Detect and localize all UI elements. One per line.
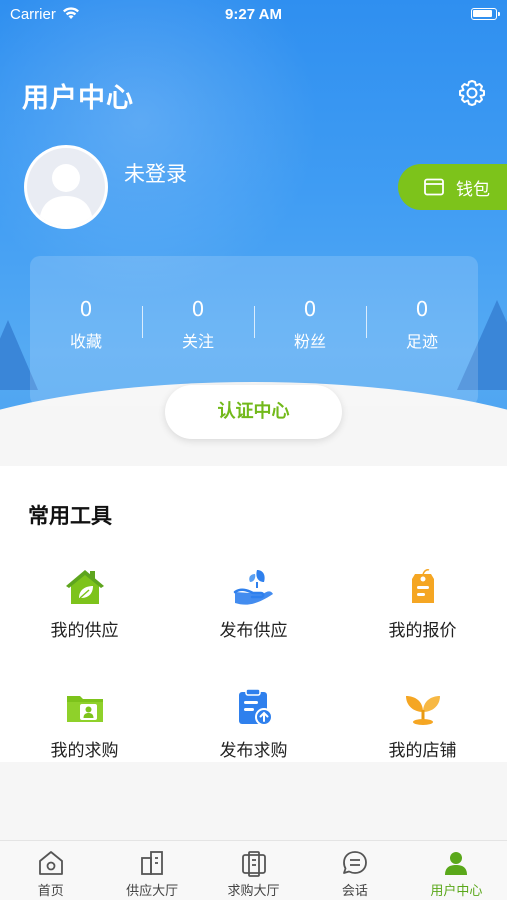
gear-icon[interactable] <box>457 78 487 108</box>
stats-row: 0 收藏 0 关注 0 粉丝 0 足迹 <box>30 296 478 352</box>
tool-publish-purchase[interactable]: 发布求购 <box>169 686 338 761</box>
status-bar: Carrier 9:27 AM <box>0 0 507 28</box>
tool-publish-supply[interactable]: 发布供应 <box>169 566 338 641</box>
tool-my-purchase[interactable]: 我的求购 <box>0 686 169 761</box>
wallet-icon <box>424 178 444 196</box>
stat-label: 足迹 <box>405 332 438 351</box>
stat-fans[interactable]: 0 粉丝 <box>254 296 366 352</box>
username-label[interactable]: 未登录 <box>124 158 187 188</box>
supply-hall-icon <box>141 851 164 875</box>
stat-value: 0 <box>415 297 429 321</box>
avatar[interactable] <box>24 145 108 229</box>
tool-label: 我的求购 <box>50 741 119 761</box>
section-title: 常用工具 <box>28 504 112 528</box>
tab-label: 求购大厅 <box>227 884 280 899</box>
stat-footprints[interactable]: 0 足迹 <box>366 296 478 352</box>
purchase-hall-icon <box>241 851 266 877</box>
tool-my-supply[interactable]: 我的供应 <box>0 566 169 641</box>
price-tag-icon <box>411 569 434 603</box>
tab-home[interactable]: 首页 <box>0 841 101 900</box>
stat-value: 0 <box>191 297 205 321</box>
wallet-label: 钱包 <box>456 179 490 200</box>
certification-center-button[interactable]: 认证中心 <box>165 385 342 439</box>
tool-label: 我的供应 <box>50 621 119 641</box>
tool-my-store[interactable]: 我的店铺 <box>338 686 507 761</box>
stat-value: 0 <box>79 297 93 321</box>
tab-label: 供应大厅 <box>126 884 179 899</box>
tab-label: 用户中心 <box>430 884 483 899</box>
tool-label: 我的报价 <box>388 621 457 641</box>
tab-label: 首页 <box>37 884 64 899</box>
stat-following[interactable]: 0 关注 <box>142 296 254 352</box>
tab-chat[interactable]: 会话 <box>304 841 405 900</box>
stats-card: 0 收藏 0 关注 0 粉丝 0 足迹 <box>30 256 478 406</box>
folder-user-icon <box>66 696 103 722</box>
clock: 9:27 AM <box>225 6 282 23</box>
default-avatar-icon <box>27 148 105 226</box>
tab-bar: 首页 供应大厅 求购大厅 会话 用户中心 <box>0 840 507 900</box>
tool-label: 发布求购 <box>219 741 288 761</box>
hand-seedling-icon <box>233 570 273 605</box>
tool-my-quote[interactable]: 我的报价 <box>338 566 507 641</box>
stat-label: 粉丝 <box>293 332 326 351</box>
tool-label: 我的店铺 <box>388 741 457 761</box>
chat-icon <box>343 851 367 874</box>
tab-label: 会话 <box>341 884 368 899</box>
user-icon <box>445 852 468 875</box>
tab-purchase-hall[interactable]: 求购大厅 <box>203 841 304 900</box>
tab-user-center[interactable]: 用户中心 <box>406 841 507 900</box>
sprout-icon <box>405 696 440 725</box>
clipboard-upload-icon <box>238 688 273 726</box>
home-icon <box>38 851 63 875</box>
stat-label: 关注 <box>181 332 214 351</box>
stat-label: 收藏 <box>69 332 102 351</box>
tool-label: 发布供应 <box>219 621 288 641</box>
stat-value: 0 <box>303 297 317 321</box>
page-title: 用户中心 <box>22 83 134 114</box>
common-tools-section: 常用工具 我的供应 发布供应 我的报价 我的求购 发布求购 我的店铺 <box>0 466 507 762</box>
stat-favorites[interactable]: 0 收藏 <box>30 296 142 352</box>
tab-supply-hall[interactable]: 供应大厅 <box>101 841 202 900</box>
battery-icon <box>471 8 500 20</box>
house-leaf-icon <box>65 570 104 604</box>
wallet-button[interactable]: 钱包 <box>398 164 507 210</box>
